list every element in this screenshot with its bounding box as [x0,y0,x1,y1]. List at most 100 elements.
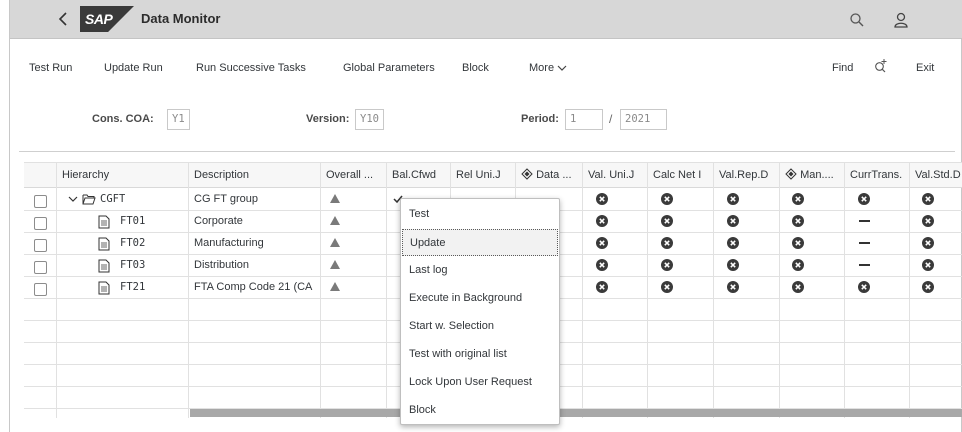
more-button[interactable]: More [529,62,567,74]
menu-item-last-log[interactable]: Last log [402,257,558,284]
sap-logo: SAP [80,6,134,32]
col-line [844,162,845,418]
document-icon [98,281,110,298]
dash-icon [859,242,870,244]
error-x-icon [596,281,608,296]
error-x-icon [792,259,804,274]
row-checkbox[interactable] [34,283,47,296]
horizontal-scrollbar[interactable] [190,409,962,417]
error-x-icon [922,259,934,274]
error-x-icon [792,281,804,296]
hierarchy-node[interactable]: FT03 [120,254,145,276]
error-x-icon [792,215,804,230]
warning-triangle-icon [330,216,340,225]
row-checkbox[interactable] [34,239,47,252]
hierarchy-node[interactable]: CGFT [100,188,125,210]
row-description: CG FT group [194,193,258,205]
filter-bar: Cons. COA: Y1 Version: Y10 Period: 1 / 2… [10,88,962,150]
dash-icon [859,264,870,266]
document-icon [98,215,110,232]
col-hierarchy[interactable]: Hierarchy [58,162,188,188]
menu-item-block[interactable]: Block [402,397,558,424]
find-next-button[interactable] [873,58,889,77]
error-x-icon [661,281,673,296]
block-button[interactable]: Block [462,62,489,74]
col-line [582,162,583,418]
error-x-icon [922,281,934,296]
expand-chevron-icon[interactable] [68,194,78,207]
warning-triangle-icon [330,238,340,247]
find-button[interactable]: Find [832,62,853,74]
menu-item-start-selection[interactable]: Start w. Selection [402,313,558,340]
row-description: Distribution [194,259,250,271]
diamond-icon [521,168,533,180]
error-x-icon [922,193,934,208]
exit-button[interactable]: Exit [916,62,934,74]
col-bal-cfwd[interactable]: Bal.Cfwd [388,162,450,188]
error-x-icon [596,193,608,208]
col-calc-net[interactable]: Calc Net I [649,162,713,188]
user-button[interactable] [891,10,911,30]
error-x-icon [661,237,673,252]
app-title: Data Monitor [141,11,221,26]
cons-coa-field[interactable]: Y1 [167,109,190,130]
menu-item-execute-background[interactable]: Execute in Background [402,285,558,312]
row-description: Manufacturing [194,237,264,249]
update-run-button[interactable]: Update Run [104,62,163,74]
version-label: Version: [306,113,350,125]
col-description[interactable]: Description [190,162,320,188]
year-field[interactable]: 2021 [620,109,667,130]
divider [19,151,955,152]
test-run-button[interactable]: Test Run [29,62,72,74]
row-checkbox[interactable] [34,195,47,208]
error-x-icon [922,237,934,252]
hierarchy-node[interactable]: FT01 [120,210,145,232]
col-line [647,162,648,418]
warning-triangle-icon [330,260,340,269]
back-button[interactable] [54,9,74,29]
error-x-icon [596,237,608,252]
error-x-icon [727,215,739,230]
col-overall[interactable]: Overall ... [322,162,384,188]
error-x-icon [922,215,934,230]
back-chevron-icon [58,12,67,26]
col-man-label: Man.... [800,169,834,181]
period-field[interactable]: 1 [565,109,603,130]
error-x-icon [792,193,804,208]
shell-bar: SAP Data Monitor [10,0,962,39]
menu-item-test-original[interactable]: Test with original list [402,341,558,368]
col-val-std[interactable]: Val.Std.D [911,162,962,188]
col-man[interactable]: Man.... [781,162,845,188]
error-x-icon [661,193,673,208]
col-val-rep[interactable]: Val.Rep.D [715,162,779,188]
hierarchy-node[interactable]: FT21 [120,276,145,298]
shell-search-button[interactable] [847,10,867,30]
row-checkbox[interactable] [34,217,47,230]
warning-triangle-icon [330,282,340,291]
col-rel-uni[interactable]: Rel Uni.J [452,162,514,188]
period-label: Period: [521,113,559,125]
error-x-icon [858,193,870,208]
diamond-icon [785,168,797,180]
col-data[interactable]: Data ... [517,162,583,188]
col-line [713,162,714,418]
cons-coa-label: Cons. COA: [92,113,154,125]
menu-item-lock[interactable]: Lock Upon User Request [402,369,558,396]
menu-item-test[interactable]: Test [402,201,558,228]
user-icon [894,12,908,28]
col-curr-trans[interactable]: CurrTrans. [846,162,910,188]
col-val-uni[interactable]: Val. Uni.J [584,162,646,188]
col-line [386,162,387,418]
toolbar: Test Run Update Run Run Successive Tasks… [10,40,962,88]
run-successive-tasks-button[interactable]: Run Successive Tasks [196,62,306,74]
global-parameters-button[interactable]: Global Parameters [343,62,435,74]
app-window: SAP Data Monitor Test Run Update Run Run… [9,0,962,432]
row-checkbox[interactable] [34,261,47,274]
error-x-icon [727,193,739,208]
menu-item-update[interactable]: Update [402,229,558,256]
col-line [320,162,321,418]
hierarchy-node[interactable]: FT02 [120,232,145,254]
row-description: Corporate [194,215,243,227]
search-icon [850,13,864,27]
version-field[interactable]: Y10 [355,109,384,130]
